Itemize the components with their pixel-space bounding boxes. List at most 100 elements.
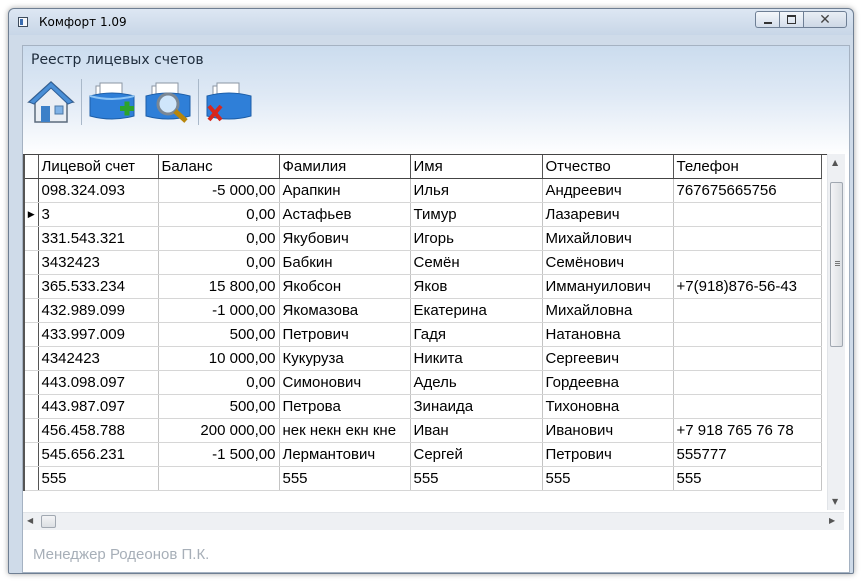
cell-phone[interactable]: +7 918 765 76 78: [673, 418, 822, 443]
cell-last-name[interactable]: Арапкин: [279, 178, 411, 203]
cell-patronymic[interactable]: Сергеевич: [542, 346, 674, 371]
table-row[interactable]: 098.324.093 -5 000,00 Арапкин Илья Андреевич…: [23, 178, 822, 203]
column-header-last-name[interactable]: Фамилия: [279, 155, 411, 179]
table-row[interactable]: 456.458.788 200 000,00 нек некн екн кне Ива…: [23, 418, 822, 443]
cell-patronymic[interactable]: Лазаревич: [542, 202, 674, 227]
cell-account[interactable]: 3432423: [38, 250, 159, 275]
cell-patronymic[interactable]: Гордеевна: [542, 370, 674, 395]
table-row[interactable]: 432.989.099 -1 000,00 Якомазова Екатерина Ми…: [23, 298, 822, 323]
cell-first-name[interactable]: Гадя: [410, 322, 543, 347]
horizontal-scrollbar[interactable]: ◀ ▶: [23, 512, 844, 530]
cell-phone[interactable]: [673, 202, 822, 227]
table-row[interactable]: 555 555 555 555 555: [23, 466, 822, 491]
cell-account[interactable]: 331.543.321: [38, 226, 159, 251]
cell-balance[interactable]: 500,00: [158, 322, 280, 347]
close-button[interactable]: ✕: [803, 11, 847, 28]
cell-last-name[interactable]: Астафьев: [279, 202, 411, 227]
cell-last-name[interactable]: нек некн екн кне: [279, 418, 411, 443]
cell-phone[interactable]: [673, 346, 822, 371]
cell-last-name[interactable]: Якомазова: [279, 298, 411, 323]
row-indicator[interactable]: [23, 418, 39, 443]
cell-account[interactable]: 555: [38, 466, 159, 491]
table-row[interactable]: 331.543.321 0,00 Якубович Игорь Михайлович: [23, 226, 822, 251]
cell-first-name[interactable]: Сергей: [410, 442, 543, 467]
cell-balance[interactable]: -1 500,00: [158, 442, 280, 467]
cell-last-name[interactable]: Лермантович: [279, 442, 411, 467]
row-indicator[interactable]: [23, 442, 39, 467]
row-indicator[interactable]: [23, 178, 39, 203]
cell-account[interactable]: 4342423: [38, 346, 159, 371]
cell-phone[interactable]: 767675665756: [673, 178, 822, 203]
cell-last-name[interactable]: Симонович: [279, 370, 411, 395]
horizontal-scroll-thumb[interactable]: [41, 515, 56, 528]
cell-account[interactable]: 456.458.788: [38, 418, 159, 443]
cell-phone[interactable]: [673, 370, 822, 395]
home-button[interactable]: [25, 76, 77, 128]
cell-account[interactable]: 432.989.099: [38, 298, 159, 323]
minimize-button[interactable]: [755, 11, 779, 28]
cell-last-name[interactable]: Бабкин: [279, 250, 411, 275]
scroll-right-icon[interactable]: ▶: [829, 516, 835, 525]
cell-account[interactable]: 545.656.231: [38, 442, 159, 467]
cell-account[interactable]: 433.997.009: [38, 322, 159, 347]
cell-patronymic[interactable]: Натановна: [542, 322, 674, 347]
cell-balance[interactable]: -5 000,00: [158, 178, 280, 203]
cell-phone[interactable]: [673, 298, 822, 323]
column-header-phone[interactable]: Телефон: [673, 155, 822, 179]
cell-last-name[interactable]: Петрова: [279, 394, 411, 419]
cell-balance[interactable]: 0,00: [158, 250, 280, 275]
cell-first-name[interactable]: Яков: [410, 274, 543, 299]
cell-balance[interactable]: 0,00: [158, 370, 280, 395]
cell-account[interactable]: 098.324.093: [38, 178, 159, 203]
table-row[interactable]: 443.098.097 0,00 Симонович Адель Гордеевна: [23, 370, 822, 395]
cell-account[interactable]: 443.987.097: [38, 394, 159, 419]
cell-last-name[interactable]: Петрович: [279, 322, 411, 347]
row-indicator[interactable]: [23, 250, 39, 275]
cell-first-name[interactable]: Зинаида: [410, 394, 543, 419]
cell-patronymic[interactable]: Иммануилович: [542, 274, 674, 299]
cell-first-name[interactable]: 555: [410, 466, 543, 491]
cell-balance[interactable]: 500,00: [158, 394, 280, 419]
cell-phone[interactable]: [673, 250, 822, 275]
cell-patronymic[interactable]: 555: [542, 466, 674, 491]
cell-phone[interactable]: 555777: [673, 442, 822, 467]
cell-balance[interactable]: -1 000,00: [158, 298, 280, 323]
table-row[interactable]: 443.987.097 500,00 Петрова Зинаида Тихоновна: [23, 394, 822, 419]
column-header-first-name[interactable]: Имя: [410, 155, 543, 179]
cell-balance[interactable]: 10 000,00: [158, 346, 280, 371]
column-header-balance[interactable]: Баланс: [158, 155, 280, 179]
cell-phone[interactable]: +7(918)876-56-43: [673, 274, 822, 299]
cell-patronymic[interactable]: Тихоновна: [542, 394, 674, 419]
cell-balance[interactable]: 0,00: [158, 226, 280, 251]
cell-first-name[interactable]: Семён: [410, 250, 543, 275]
cell-phone[interactable]: [673, 394, 822, 419]
table-row[interactable]: 365.533.234 15 800,00 Якобсон Яков Иммануило…: [23, 274, 822, 299]
row-indicator[interactable]: [23, 274, 39, 299]
table-row[interactable]: 4342423 10 000,00 Кукуруза Никита Сергеевич: [23, 346, 822, 371]
cell-phone[interactable]: [673, 322, 822, 347]
table-row[interactable]: ▶ 3 0,00 Астафьев Тимур Лазаревич: [23, 202, 822, 227]
cell-last-name[interactable]: Кукуруза: [279, 346, 411, 371]
cell-first-name[interactable]: Иван: [410, 418, 543, 443]
cell-last-name[interactable]: 555: [279, 466, 411, 491]
cell-patronymic[interactable]: Михайловна: [542, 298, 674, 323]
row-indicator[interactable]: [23, 298, 39, 323]
cell-balance[interactable]: 200 000,00: [158, 418, 280, 443]
cell-balance[interactable]: [158, 466, 280, 491]
row-indicator[interactable]: [23, 394, 39, 419]
scroll-left-icon[interactable]: ◀: [27, 516, 33, 525]
row-indicator[interactable]: ▶: [23, 202, 39, 227]
scroll-up-icon[interactable]: ▲: [832, 158, 838, 167]
maximize-button[interactable]: [779, 11, 803, 28]
cell-balance[interactable]: 15 800,00: [158, 274, 280, 299]
cell-account[interactable]: 443.098.097: [38, 370, 159, 395]
table-row[interactable]: 3432423 0,00 Бабкин Семён Семёнович: [23, 250, 822, 275]
app-icon[interactable]: [18, 17, 28, 27]
scroll-down-icon[interactable]: ▼: [832, 497, 838, 506]
cell-phone[interactable]: [673, 226, 822, 251]
row-indicator[interactable]: [23, 322, 39, 347]
cell-first-name[interactable]: Илья: [410, 178, 543, 203]
cell-balance[interactable]: 0,00: [158, 202, 280, 227]
search-account-button[interactable]: [142, 76, 194, 128]
cell-patronymic[interactable]: Иванович: [542, 418, 674, 443]
